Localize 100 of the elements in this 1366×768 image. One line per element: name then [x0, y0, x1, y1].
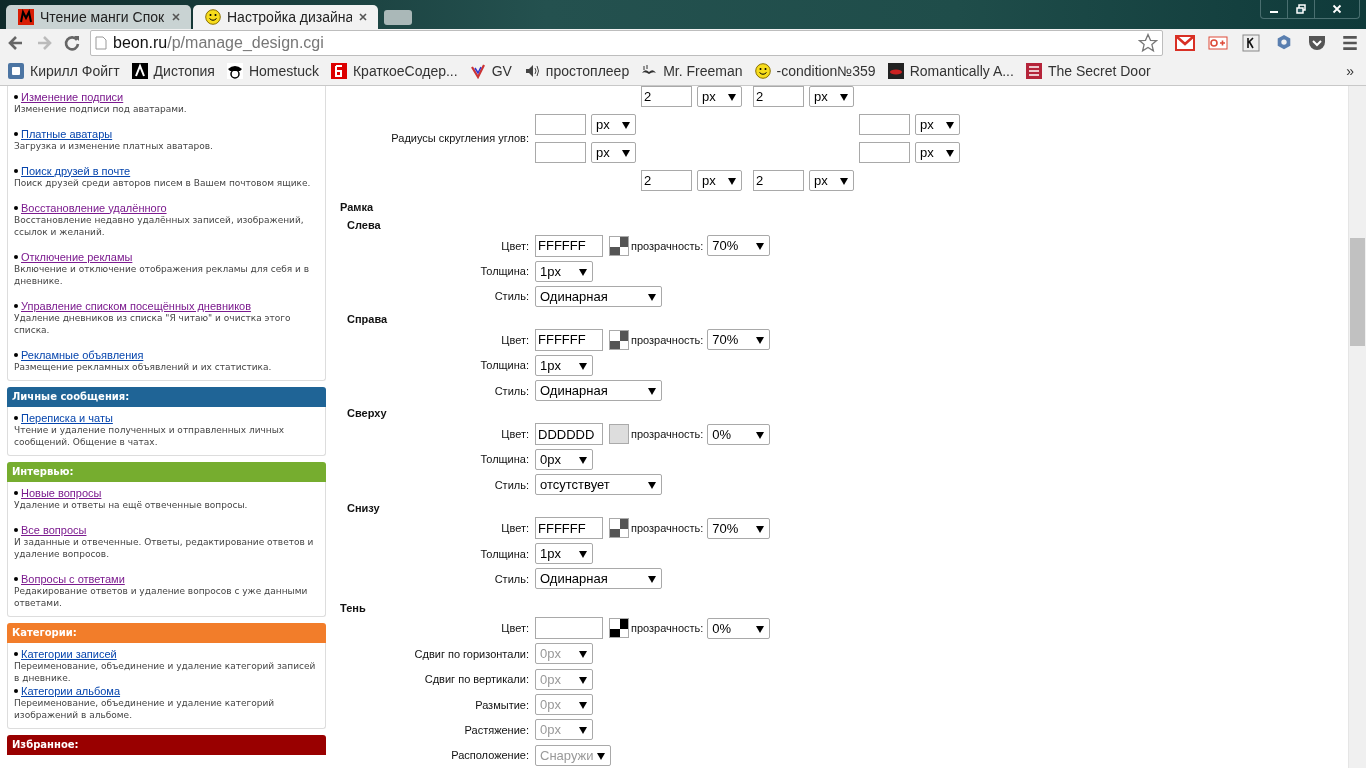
sidebar-link[interactable]: Вопросы с ответами	[21, 572, 125, 585]
more-bookmarks-button[interactable]: »	[1346, 63, 1354, 79]
opacity-select[interactable]: 70%	[707, 517, 771, 539]
color-field[interactable]: FFFFFF	[535, 234, 603, 257]
picture-icon	[887, 63, 904, 79]
number-field[interactable]: 2	[753, 86, 804, 107]
link-description: Чтение и удаление полученных и отправленных личных сообщений. Общение в чатах.	[14, 424, 286, 448]
bookmark[interactable]: The Secret Door	[1025, 63, 1151, 79]
number-field[interactable]: 2	[641, 170, 692, 191]
sidebar-link[interactable]: Рекламные объявления	[21, 348, 144, 361]
sidebar-link[interactable]: Все вопросы	[21, 523, 87, 536]
opacity-select[interactable]: 0%	[707, 617, 771, 639]
link-description: Удаление дневников из списка "Я читаю" и очистка этого списка.	[14, 312, 292, 336]
sidebar-link[interactable]: Изменение подписи	[21, 90, 124, 103]
unit-select[interactable]: px	[591, 142, 636, 163]
bookmark[interactable]: Mr. Freeman	[641, 63, 743, 79]
plus-icon[interactable]	[1208, 34, 1228, 52]
unit-select[interactable]: px	[809, 86, 854, 107]
opacity-select[interactable]: 70%	[707, 329, 771, 351]
bookmark[interactable]: GV	[469, 63, 512, 79]
field-label: Стиль:	[493, 384, 529, 397]
number-field[interactable]: 2	[641, 86, 692, 107]
bookmark[interactable]: Кирилл Фойгт	[8, 63, 120, 79]
pocket-icon[interactable]	[1307, 34, 1327, 52]
thickness-select[interactable]: 0px	[535, 448, 593, 470]
opacity-select[interactable]: 70%	[707, 235, 771, 257]
color-field[interactable]	[535, 617, 603, 640]
scrollbar-thumb[interactable]	[1350, 238, 1365, 346]
caret-icon	[756, 525, 765, 533]
color-swatch[interactable]	[609, 424, 629, 445]
bullet-icon	[14, 415, 18, 420]
thickness-select[interactable]: 1px	[535, 543, 593, 565]
sidebar-link[interactable]: Управление списком посещённых дневников	[21, 299, 252, 312]
number-field[interactable]	[859, 142, 910, 163]
sidebar-link[interactable]: Категории альбома	[21, 684, 121, 697]
unit-select[interactable]: px	[915, 142, 960, 163]
color-swatch[interactable]	[609, 618, 629, 639]
close-icon[interactable]	[358, 12, 368, 22]
browser-tab[interactable]: Чтение манги Спок	[6, 5, 191, 29]
color-field[interactable]: FFFFFF	[535, 517, 603, 540]
sidebar-link[interactable]: Восстановление удалённого	[21, 201, 167, 214]
number-field[interactable]: 2	[753, 170, 804, 191]
address-bar[interactable]: beon.ru/p/manage_design.cgi	[90, 30, 1163, 56]
bookmark[interactable]: Дистопия	[131, 63, 215, 79]
number-field[interactable]	[535, 142, 586, 163]
field-label: Стиль:	[493, 573, 529, 585]
color-swatch[interactable]	[609, 329, 629, 350]
caret-icon	[579, 456, 587, 464]
unit-select[interactable]: px	[697, 170, 742, 191]
number-field[interactable]	[859, 114, 910, 135]
envelope-icon[interactable]	[1175, 34, 1195, 52]
sidebar-link[interactable]: Поиск друзей в почте	[21, 164, 131, 177]
sidebar-link[interactable]: Новые вопросы	[21, 486, 102, 499]
bullet-icon	[14, 527, 18, 532]
unit-select[interactable]: px	[591, 114, 636, 135]
star-icon[interactable]	[1138, 33, 1158, 53]
caret-icon	[579, 676, 587, 684]
style-select[interactable]: Одинарная	[535, 568, 662, 590]
caret-icon	[648, 482, 656, 490]
sidebar-link[interactable]: Категории записей	[21, 647, 117, 660]
unit-select[interactable]: px	[915, 114, 960, 135]
color-swatch[interactable]	[609, 518, 629, 539]
color-field[interactable]: FFFFFF	[535, 328, 603, 351]
style-select[interactable]: Одинарная	[535, 380, 662, 402]
thickness-select[interactable]: 1px	[535, 354, 593, 376]
sidebar-link[interactable]: Переписка и чаты	[21, 411, 113, 424]
bullet-icon	[14, 490, 18, 495]
reload-icon[interactable]	[62, 33, 82, 53]
m-logo-icon	[18, 9, 34, 25]
bookmark[interactable]: Homestuck	[226, 63, 319, 79]
key-tile-icon[interactable]	[1241, 34, 1261, 52]
smiley-icon	[205, 9, 221, 25]
subsection-heading: Снизу	[346, 500, 381, 516]
restore-icon	[1296, 4, 1306, 14]
unit-select[interactable]: px	[809, 170, 854, 191]
color-field[interactable]: DDDDDD	[535, 423, 603, 446]
bookmark[interactable]: Romantically A...	[887, 63, 1014, 79]
section-heading: Тень	[340, 600, 367, 616]
close-icon[interactable]	[171, 12, 181, 22]
opacity-select[interactable]: 0%	[707, 423, 771, 445]
square-logo-icon	[8, 63, 24, 79]
thickness-select[interactable]: 1px	[535, 260, 593, 282]
number-field[interactable]	[535, 114, 586, 135]
caret-icon	[579, 268, 587, 276]
unit-select[interactable]: px	[697, 86, 742, 107]
color-swatch[interactable]	[609, 235, 629, 256]
sidebar-link[interactable]: Отключение рекламы	[21, 250, 133, 263]
link-description: Изменение подписи под аватарами.	[14, 103, 188, 115]
scrollbar[interactable]	[1348, 86, 1366, 768]
field-label: Цвет:	[500, 622, 529, 635]
bookmark[interactable]: простоплеер	[523, 63, 630, 79]
caret-icon	[728, 178, 736, 185]
style-select[interactable]: отсутствует	[535, 474, 662, 496]
field-label: прозрачность:	[631, 522, 704, 535]
link-description: Переименование, объединение и удаление категорий изображений в альбоме.	[14, 697, 276, 721]
bookmark[interactable]: КраткоеСодер...	[330, 63, 458, 79]
style-select[interactable]: Одинарная	[535, 285, 662, 307]
sidebar-link[interactable]: Платные аватары	[21, 127, 113, 140]
menu-icon[interactable]	[1340, 34, 1360, 52]
bookmark[interactable]: -condition№359	[754, 63, 876, 79]
